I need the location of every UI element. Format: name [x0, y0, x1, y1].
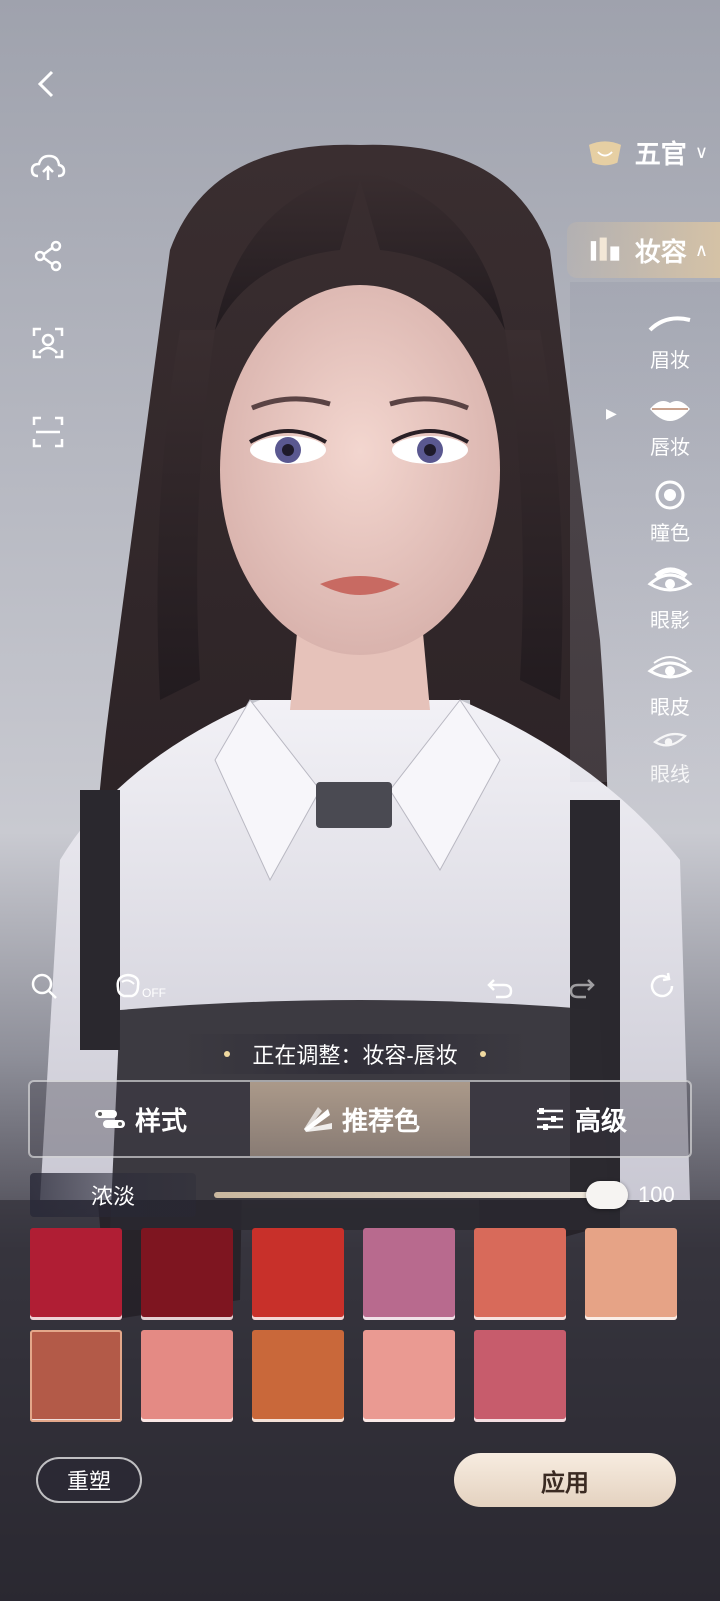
style-icon: [94, 1110, 125, 1128]
selected-pointer-icon: ▶: [606, 405, 617, 421]
intensity-label: 浓淡: [30, 1173, 196, 1217]
intensity-slider-thumb[interactable]: [586, 1181, 628, 1209]
back-icon[interactable]: [26, 62, 70, 106]
eyebrow-icon: [648, 316, 691, 332]
color-swatch[interactable]: [141, 1330, 233, 1422]
chevron-up-icon: ∧: [694, 239, 708, 260]
color-swatch[interactable]: [252, 1228, 344, 1320]
category-makeup-label: 妆容: [634, 236, 687, 267]
share-icon[interactable]: [26, 234, 70, 278]
tab-label: 高级: [574, 1105, 627, 1136]
makeup-item-label: 眼影: [650, 610, 690, 632]
color-swatch[interactable]: [30, 1228, 122, 1320]
undo-icon[interactable]: [480, 966, 520, 1006]
makeup-item-eyeliner[interactable]: 眼线: [620, 727, 720, 787]
status-dot-right: [479, 1051, 486, 1057]
color-swatch[interactable]: [363, 1330, 455, 1422]
face-scan-icon[interactable]: [26, 321, 70, 365]
lips-icon: [650, 401, 690, 421]
makeup-item-pupil[interactable]: 瞳色: [620, 466, 720, 546]
color-swatch-grid: [30, 1228, 690, 1422]
makeup-item-label: 眉妆: [650, 350, 690, 372]
adjusting-status: 正在调整：妆容-唇妆: [180, 1034, 530, 1074]
pupil-icon: [655, 480, 685, 510]
sliders-icon: [536, 1108, 563, 1130]
color-swatch[interactable]: [141, 1228, 233, 1320]
palette-icon: [303, 1107, 332, 1132]
makeup-item-lips[interactable]: 唇妆: [620, 380, 720, 460]
status-dot-left: [224, 1051, 231, 1057]
face-icon: [583, 134, 627, 170]
color-swatch[interactable]: [252, 1330, 344, 1422]
zoom-search-icon[interactable]: [24, 966, 64, 1006]
reset-button[interactable]: 重塑: [36, 1457, 142, 1503]
category-facial-label: 五官: [634, 138, 687, 169]
color-swatch[interactable]: [363, 1228, 455, 1320]
eyelid-icon: [647, 656, 693, 679]
tab-label: 推荐色: [341, 1105, 420, 1136]
tab-recommended-colors[interactable]: 推荐色: [250, 1082, 470, 1156]
makeup-item-label: 瞳色: [650, 523, 690, 545]
intensity-value: 100: [638, 1182, 675, 1207]
refresh-icon[interactable]: [642, 966, 682, 1006]
color-swatch[interactable]: [474, 1228, 566, 1320]
makeup-item-label: 眼线: [650, 764, 690, 786]
eyeshadow-icon: [647, 567, 693, 592]
apply-button[interactable]: 应用: [454, 1453, 676, 1507]
makeup-item-eyeshadow[interactable]: 眼影: [620, 553, 720, 633]
category-facial[interactable]: 五官 ∨: [567, 124, 720, 180]
eyeliner-icon: [653, 732, 688, 747]
makeup-icon: [583, 232, 627, 268]
color-swatch[interactable]: [30, 1330, 122, 1422]
tab-style[interactable]: 样式: [30, 1082, 250, 1156]
cloud-upload-icon[interactable]: [26, 146, 70, 190]
redo-icon[interactable]: [562, 966, 602, 1006]
makeup-item-label: 唇妆: [650, 437, 690, 459]
hair-toggle-state: OFF: [142, 986, 166, 1000]
mode-tabs: 样式 推荐色 高级: [28, 1080, 692, 1158]
color-swatch[interactable]: [474, 1330, 566, 1422]
chevron-down-icon: ∨: [694, 141, 708, 162]
tab-advanced[interactable]: 高级: [470, 1082, 690, 1156]
makeup-item-eyelid[interactable]: 眼皮: [620, 640, 720, 720]
scan-frame-icon[interactable]: [26, 410, 70, 454]
tab-label: 样式: [134, 1105, 187, 1136]
makeup-item-eyebrow[interactable]: 眉妆: [620, 293, 720, 373]
intensity-slider-track[interactable]: [214, 1192, 606, 1198]
status-text: 正在调整：妆容-唇妆: [252, 1043, 458, 1068]
makeup-item-label: 眼皮: [650, 697, 690, 719]
color-swatch[interactable]: [585, 1228, 677, 1320]
category-makeup[interactable]: 妆容 ∧: [566, 222, 720, 278]
